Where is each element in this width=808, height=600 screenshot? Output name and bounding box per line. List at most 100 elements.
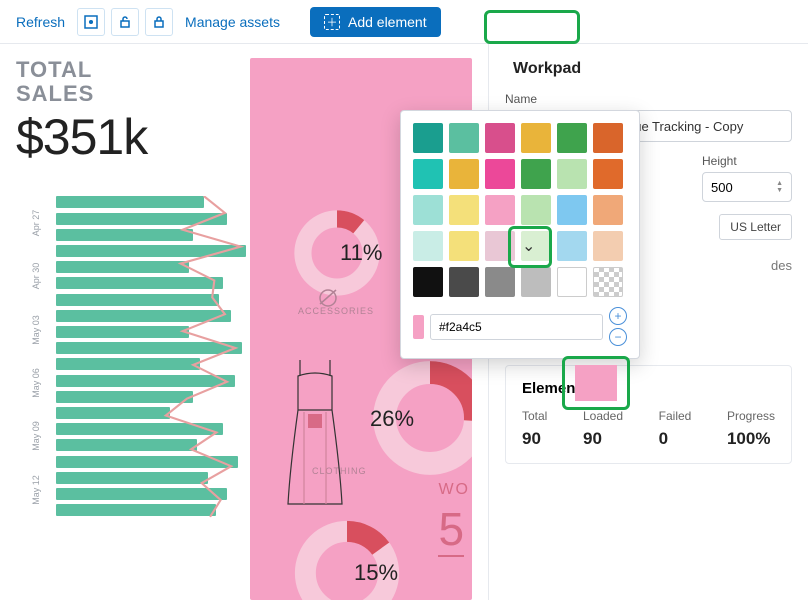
bar-chart-ylabels: Apr 27 Apr 30 May 03 May 06 May 09 May 12 bbox=[16, 196, 56, 516]
bar bbox=[56, 196, 204, 208]
ylabel: May 03 bbox=[31, 310, 41, 350]
bar bbox=[56, 391, 193, 403]
color-swatch[interactable] bbox=[521, 159, 551, 189]
usletter-pill[interactable]: US Letter bbox=[719, 214, 792, 240]
name-label: Name bbox=[505, 92, 792, 106]
stat-progress-value: 100% bbox=[727, 429, 775, 449]
color-swatch[interactable] bbox=[593, 123, 623, 153]
ylabel: May 12 bbox=[31, 470, 41, 510]
bar bbox=[56, 375, 235, 387]
manage-assets-link[interactable]: Manage assets bbox=[179, 10, 286, 34]
color-swatch[interactable] bbox=[485, 231, 515, 261]
color-swatch[interactable] bbox=[413, 123, 443, 153]
stat-loaded-label: Loaded bbox=[583, 409, 623, 423]
current-color-swatch bbox=[413, 315, 424, 339]
stat-failed-label: Failed bbox=[659, 409, 692, 423]
toolbar: Refresh Manage assets ＋ Add element bbox=[0, 0, 808, 44]
ylabel: May 09 bbox=[31, 416, 41, 456]
color-swatch[interactable] bbox=[593, 267, 623, 297]
donut-clothing-value: 26% bbox=[370, 406, 414, 432]
bar bbox=[56, 213, 227, 225]
hex-input[interactable] bbox=[430, 314, 603, 340]
bar bbox=[56, 326, 189, 338]
add-icon: ＋ bbox=[324, 14, 340, 30]
elements-title: Elements bbox=[522, 380, 775, 397]
canvas-left-col: TOTAL SALES $351k Apr 27 Apr 30 May 03 May … bbox=[16, 58, 246, 600]
color-swatch[interactable] bbox=[449, 231, 479, 261]
color-swatch[interactable] bbox=[485, 159, 515, 189]
bar bbox=[56, 472, 208, 484]
accessories-icon bbox=[316, 288, 346, 308]
bar bbox=[56, 261, 189, 273]
bar bbox=[56, 342, 242, 354]
color-swatch[interactable] bbox=[557, 159, 587, 189]
color-swatch[interactable] bbox=[485, 123, 515, 153]
add-element-button[interactable]: ＋ Add element bbox=[310, 7, 441, 37]
color-swatch[interactable] bbox=[521, 195, 551, 225]
color-swatch[interactable] bbox=[593, 195, 623, 225]
color-swatch[interactable] bbox=[593, 159, 623, 189]
color-swatch[interactable] bbox=[521, 267, 551, 297]
color-swatch[interactable] bbox=[413, 267, 443, 297]
bar bbox=[56, 504, 216, 516]
color-swatch[interactable] bbox=[413, 159, 443, 189]
bar bbox=[56, 456, 238, 468]
lock-icon[interactable] bbox=[145, 8, 173, 36]
bar bbox=[56, 310, 231, 322]
color-swatch[interactable] bbox=[449, 195, 479, 225]
color-swatch[interactable] bbox=[557, 123, 587, 153]
total-value: $351k bbox=[16, 108, 246, 166]
color-swatch[interactable] bbox=[557, 195, 587, 225]
color-swatch[interactable] bbox=[449, 123, 479, 153]
dress-icon bbox=[280, 358, 350, 508]
color-swatch[interactable] bbox=[557, 267, 587, 297]
donut-three-value: 15% bbox=[354, 560, 398, 586]
color-swatch[interactable] bbox=[413, 195, 443, 225]
bar bbox=[56, 439, 197, 451]
stat-failed-value: 0 bbox=[659, 429, 692, 449]
lock-open-icon[interactable] bbox=[111, 8, 139, 36]
height-value: 500 bbox=[711, 180, 733, 195]
ylabel: May 06 bbox=[31, 363, 41, 403]
ylabel: Apr 30 bbox=[31, 256, 41, 296]
bar bbox=[56, 423, 223, 435]
bar bbox=[56, 229, 193, 241]
color-swatch[interactable] bbox=[413, 231, 443, 261]
bar-chart-bars bbox=[56, 196, 246, 516]
stat-total-value: 90 bbox=[522, 429, 547, 449]
bar bbox=[56, 277, 223, 289]
refresh-link[interactable]: Refresh bbox=[10, 10, 71, 34]
color-swatch[interactable] bbox=[521, 123, 551, 153]
color-swatch[interactable] bbox=[557, 231, 587, 261]
bar bbox=[56, 488, 227, 500]
bar bbox=[56, 358, 200, 370]
fullscreen-icon[interactable] bbox=[77, 8, 105, 36]
panel-title[interactable]: Workpad bbox=[505, 56, 589, 82]
color-swatch[interactable] bbox=[593, 231, 623, 261]
total-label-2: SALES bbox=[16, 82, 246, 106]
stat-progress-label: Progress bbox=[727, 409, 775, 423]
bar bbox=[56, 294, 219, 306]
color-swatch[interactable] bbox=[449, 159, 479, 189]
remove-color-icon[interactable]: − bbox=[609, 328, 627, 346]
swatch-grid bbox=[413, 123, 627, 297]
bar-chart: Apr 27 Apr 30 May 03 May 06 May 09 May 12 bbox=[16, 196, 246, 516]
wo-text: WO 5 bbox=[438, 468, 470, 556]
selected-color-preview bbox=[575, 365, 617, 401]
bar bbox=[56, 245, 246, 257]
color-swatch[interactable] bbox=[485, 267, 515, 297]
color-swatch[interactable] bbox=[449, 267, 479, 297]
height-field[interactable]: 500 ▲▼ bbox=[702, 172, 792, 202]
total-label-1: TOTAL bbox=[16, 58, 246, 82]
stat-loaded-value: 90 bbox=[583, 429, 623, 449]
height-label: Height bbox=[702, 154, 792, 168]
color-swatch[interactable] bbox=[485, 195, 515, 225]
donut-three bbox=[292, 518, 402, 600]
stepper-icon[interactable]: ▲▼ bbox=[776, 180, 783, 194]
add-color-icon[interactable]: + bbox=[609, 307, 627, 325]
elements-panel: Elements Total90 Loaded90 Failed0 Progre… bbox=[505, 365, 792, 464]
donut-accessories-value: 11% bbox=[340, 240, 382, 266]
color-picker[interactable]: + − bbox=[400, 110, 640, 359]
chevron-down-icon: ⌄ bbox=[522, 236, 535, 256]
ylabel: Apr 27 bbox=[31, 203, 41, 243]
